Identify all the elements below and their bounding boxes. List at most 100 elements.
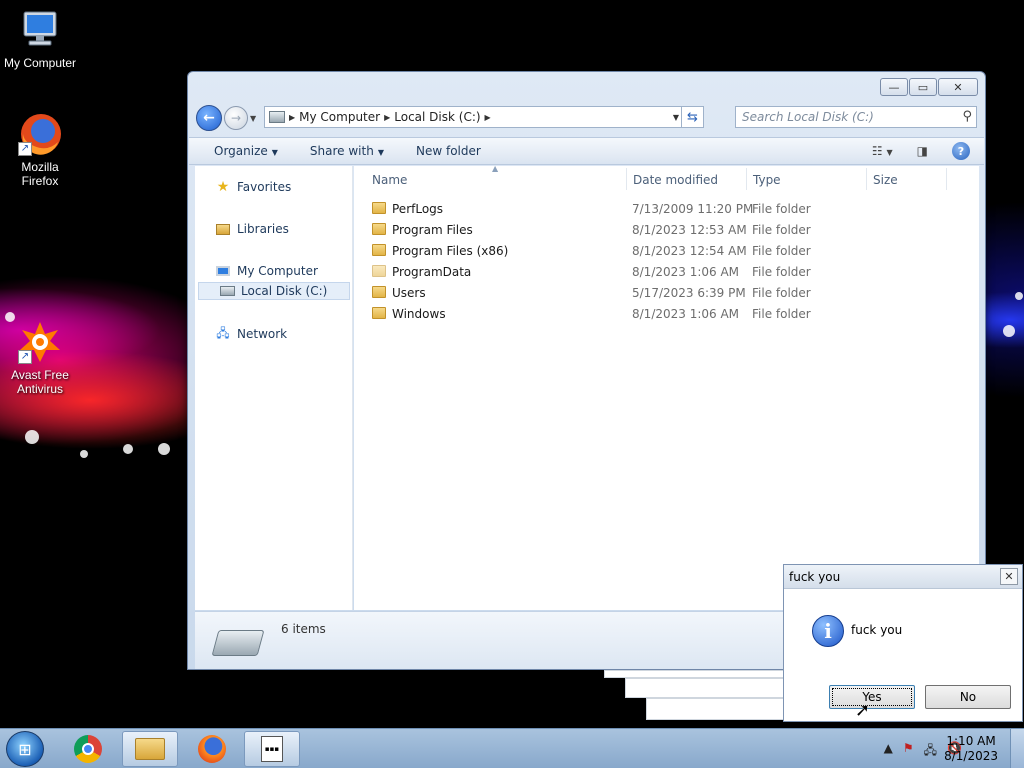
new-folder-button[interactable]: New folder [416,144,481,158]
file-date: 5/17/2023 6:39 PM [632,286,746,300]
clock[interactable]: 1:10 AM 8/1/2023 [944,734,998,764]
share-with-label: Share with [309,144,374,158]
desktop-icon-avast[interactable]: ↗ Avast Free Antivirus [0,320,80,396]
chevron-down-icon: ▼ [886,148,893,157]
nav-item-libraries[interactable]: Libraries [215,220,289,238]
back-button[interactable]: ← [196,105,222,131]
breadcrumb-chevron-icon[interactable]: ▶ [289,113,295,122]
info-icon: i [812,615,844,647]
windows-logo-icon: ⊞ [18,739,32,759]
folder-icon [372,307,386,319]
column-divider[interactable] [946,168,947,190]
breadcrumb-chevron-icon[interactable]: ▶ [485,113,491,122]
view-controls: ☷ ▼ ◨ ? [872,142,970,160]
column-type[interactable]: Type [753,173,781,187]
maximize-button[interactable]: ▭ [909,78,937,96]
refresh-icon[interactable]: ⇆ [681,107,703,127]
search-input[interactable]: Search Local Disk (C:) ⚲ [735,106,977,128]
desktop-icon-label: Mozilla Firefox [21,160,59,188]
network-tray-icon[interactable]: 🖧 [924,741,937,762]
desktop-icon-my-computer[interactable]: My Computer [0,8,80,70]
folder-icon [372,202,386,214]
nav-label: Favorites [237,180,292,194]
desktop-icon-firefox[interactable]: ↗ Mozilla Firefox [0,112,80,188]
column-divider[interactable] [866,168,867,190]
forward-arrow-icon: → [230,111,242,125]
column-divider[interactable] [626,168,627,190]
address-dropdown-icon[interactable]: ▼ [673,113,679,122]
taskbar: ⊞ ▪▪▪ ▲ ⚑ 🖧 🔇 1:10 AM 8/1/2023 [0,728,1024,768]
action-center-flag-icon[interactable]: ⚑ [903,741,914,762]
minimize-button[interactable]: — [880,78,908,96]
wallpaper-bubble [123,444,133,454]
taskbar-program[interactable]: ▪▪▪ [244,731,300,767]
sort-arrow-icon: ▲ [492,164,499,173]
file-name: Program Files (x86) [392,244,509,258]
breadcrumb-my-computer[interactable]: My Computer [299,110,380,124]
nav-label: Local Disk (C:) [241,284,328,298]
change-view-button[interactable]: ☷ ▼ [872,144,893,158]
nav-item-local-disk[interactable]: Local Disk (C:) [198,282,350,300]
yes-button[interactable]: Yes [829,685,915,709]
message-box: fuck you ✕ i fuck you Yes No [783,564,1023,722]
window-echo-trail [625,678,785,698]
recent-pages-dropdown[interactable]: ▼ [250,114,260,123]
drive-icon [211,630,265,656]
message-box-title: fuck you [784,565,1022,589]
column-date-modified[interactable]: Date modified [633,173,718,187]
wallpaper-bubble [25,430,39,444]
close-icon[interactable]: ✕ [1000,568,1018,585]
libraries-icon [215,221,231,237]
drive-icon [219,283,235,299]
folder-icon [372,223,386,235]
show-desktop-button[interactable] [1010,729,1024,768]
computer-icon [215,263,231,279]
file-name: Users [392,286,426,300]
clock-time: 1:10 AM [946,734,996,748]
column-name[interactable]: Name [372,173,407,187]
nav-label: Network [237,327,288,341]
nav-label: My Computer [237,264,318,278]
preview-pane-icon[interactable]: ◨ [917,144,928,158]
close-button[interactable]: ✕ [938,78,978,96]
taskbar-explorer[interactable] [122,731,178,767]
search-icon[interactable]: ⚲ [962,109,972,124]
item-count: 6 items [281,622,326,636]
wallpaper-bubble [1003,325,1015,337]
file-type: File folder [752,202,811,216]
nav-item-network[interactable]: 🖧 Network [215,325,287,343]
wallpaper-bubble [158,443,170,455]
column-size[interactable]: Size [873,173,898,187]
window-echo-trail [646,698,786,720]
file-date: 8/1/2023 1:06 AM [632,307,740,321]
file-date: 8/1/2023 12:54 AM [632,244,747,258]
avast-icon: ↗ [18,320,62,364]
clock-date: 8/1/2023 [944,749,998,763]
shortcut-arrow-icon: ↗ [18,142,32,156]
column-divider[interactable] [746,168,747,190]
taskbar-chrome[interactable] [60,731,116,767]
address-bar[interactable]: ▶ My Computer ▶ Local Disk (C:) ▶ ▼ ⇆ [264,106,704,128]
show-hidden-icons-button[interactable]: ▲ [884,741,893,762]
file-date: 8/1/2023 12:53 AM [632,223,747,237]
file-type: File folder [752,265,811,279]
help-icon[interactable]: ? [952,142,970,160]
taskbar-firefox[interactable] [184,731,240,767]
breadcrumb-chevron-icon[interactable]: ▶ [384,113,390,122]
no-button[interactable]: No [925,685,1011,709]
nav-item-my-computer[interactable]: My Computer [215,262,318,280]
drive-icon [269,111,285,123]
forward-button[interactable]: → [224,106,248,130]
organize-button[interactable]: Organize ▼ [214,144,278,158]
nav-item-favorites[interactable]: ★ Favorites [215,178,292,196]
firefox-icon [198,735,226,763]
breadcrumb-local-disk[interactable]: Local Disk (C:) [394,110,480,124]
folder-icon [372,265,386,277]
window-echo-trail [604,670,784,678]
file-name: Windows [392,307,446,321]
share-with-button[interactable]: Share with ▼ [310,144,384,158]
chrome-icon [74,735,102,763]
file-list: Name ▲ Date modified Type Size PerfLogs … [354,164,979,610]
network-icon: 🖧 [216,325,230,340]
start-button[interactable]: ⊞ [6,731,44,767]
